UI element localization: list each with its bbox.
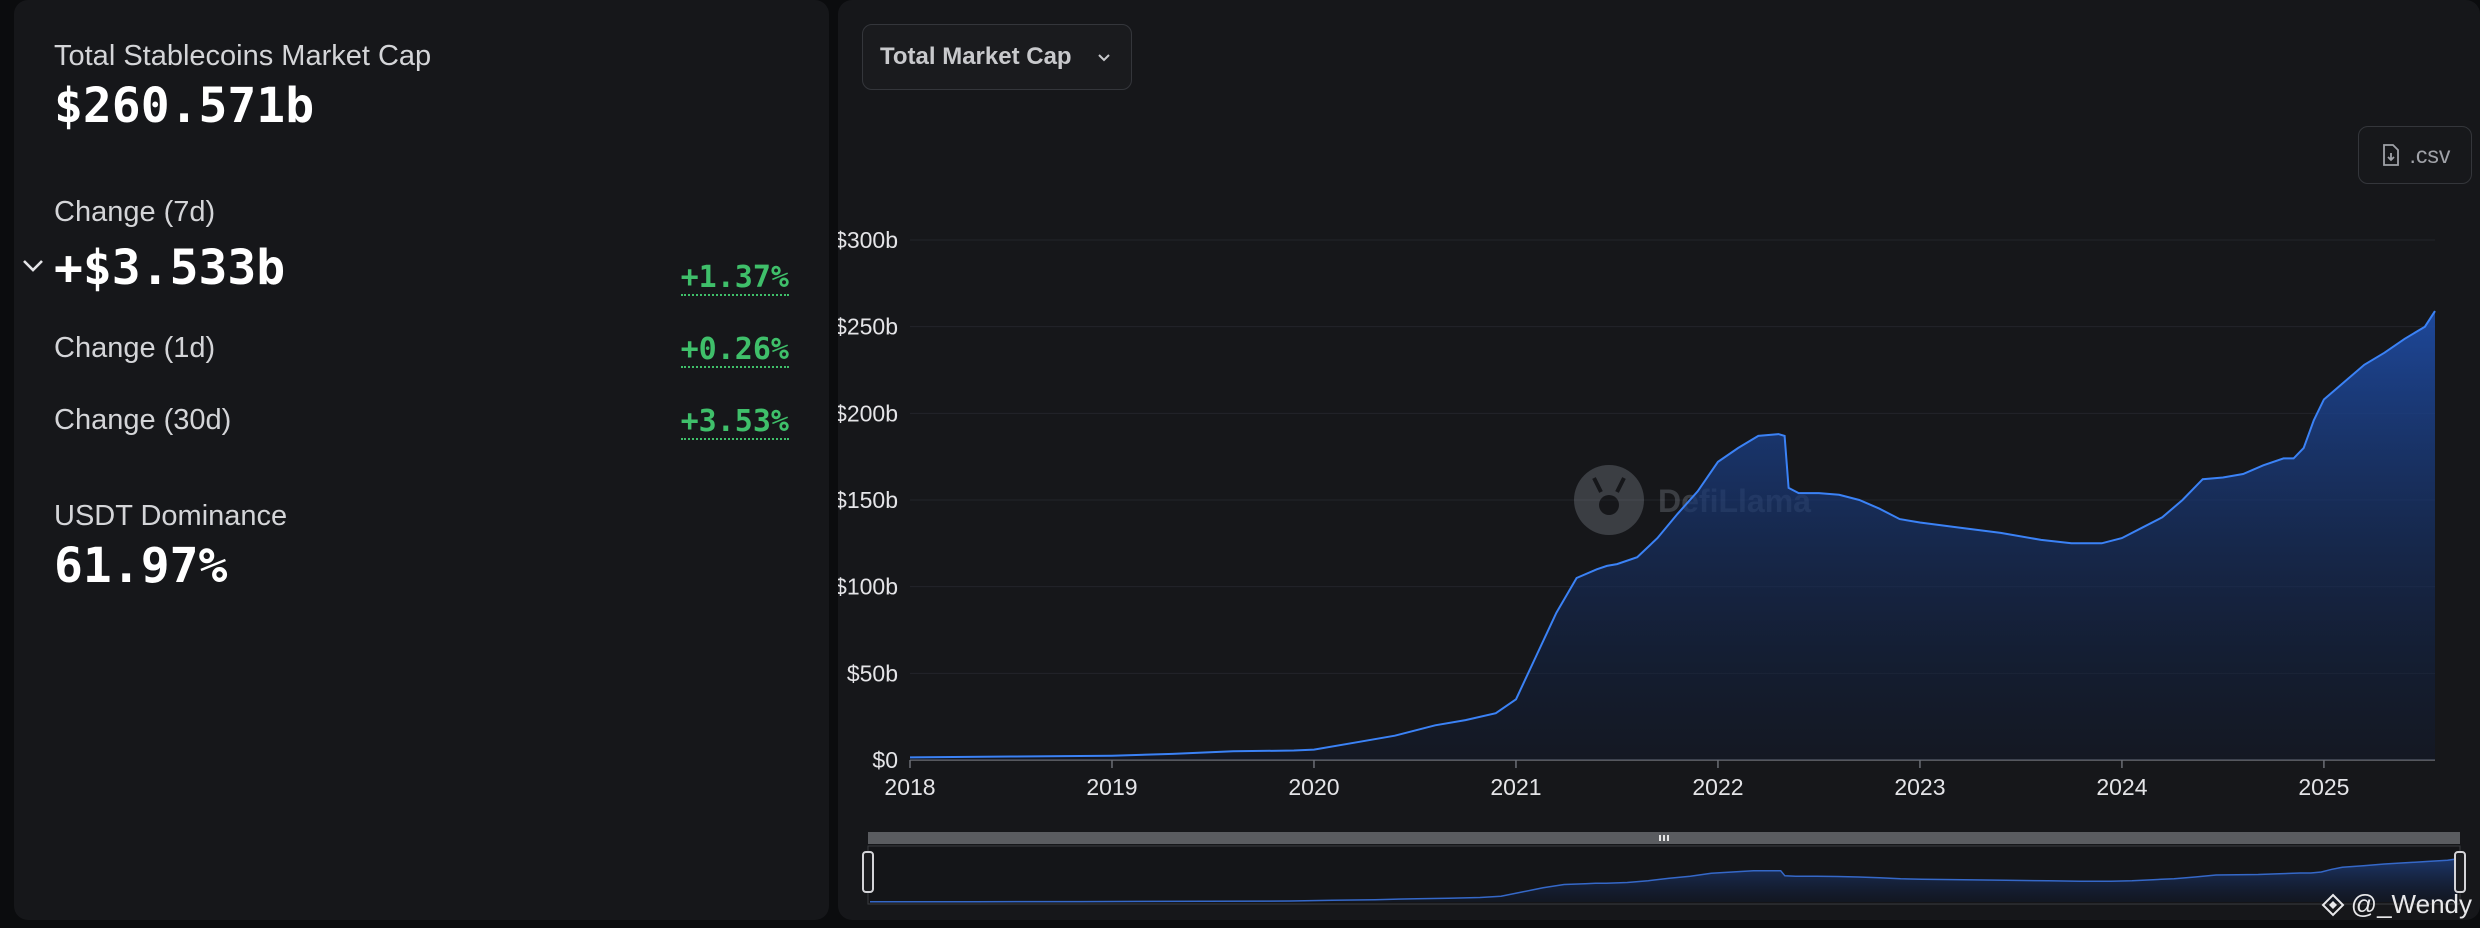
chevron-down-icon[interactable] (20, 253, 46, 279)
y-tick-label: $250b (838, 314, 898, 340)
change-1d-label: Change (1d) (54, 332, 216, 364)
market-cap-chart: $0 $50b $100b $150b $200b $250b $300b 2018 2019… (838, 227, 2466, 905)
x-tick-label: 2024 (2096, 774, 2147, 800)
stats-panel: Total Stablecoins Market Cap $260.571b C… (14, 0, 829, 920)
change-7d-label: Change (7d) (54, 196, 216, 228)
y-tick-label: $100b (838, 574, 898, 600)
y-tick-label: $0 (872, 747, 898, 773)
x-tick-label: 2023 (1894, 774, 1945, 800)
range-slider-right-handle[interactable] (2454, 851, 2466, 893)
x-tick-label: 2018 (884, 774, 935, 800)
y-tick-label: $200b (838, 400, 898, 426)
usdt-dominance-value: 61.97% (54, 538, 228, 594)
usdt-dominance-label: USDT Dominance (54, 500, 288, 532)
user-handle: @_Wendy (2350, 889, 2472, 919)
total-market-cap-label: Total Stablecoins Market Cap (54, 40, 432, 72)
x-tick-label: 2019 (1086, 774, 1137, 800)
x-axis: 2018 2019 2020 2021 2022 2023 2024 2025 (884, 759, 2435, 800)
x-tick-label: 2021 (1490, 774, 1541, 800)
y-tick-label: $50b (847, 660, 898, 686)
range-slider[interactable] (862, 832, 2466, 905)
range-slider-grip-icon[interactable] (1659, 835, 1669, 841)
chart-panel: Total Market Cap .csv $0 $50b $100b $150b $2… (838, 0, 2480, 920)
total-market-cap-value: $260.571b (54, 78, 315, 134)
y-tick-label: $150b (838, 487, 898, 513)
market-cap-area (910, 311, 2435, 760)
x-tick-label: 2020 (1288, 774, 1339, 800)
range-slider-left-handle[interactable] (862, 851, 874, 893)
y-axis: $0 $50b $100b $150b $200b $250b $300b (838, 227, 898, 773)
change-7d-value: +$3.533b (54, 240, 286, 296)
change-1d-pct[interactable]: +0.26% (680, 334, 789, 368)
change-7d-pct[interactable]: +1.37% (680, 262, 789, 296)
x-tick-label: 2025 (2298, 774, 2349, 800)
binance-diamond-icon (2321, 893, 2345, 916)
y-tick-label: $300b (838, 227, 898, 253)
change-30d-pct[interactable]: +3.53% (680, 406, 789, 440)
change-30d-label: Change (30d) (54, 404, 232, 436)
x-tick-label: 2022 (1692, 774, 1743, 800)
user-watermark: @_Wendy (2321, 889, 2472, 920)
